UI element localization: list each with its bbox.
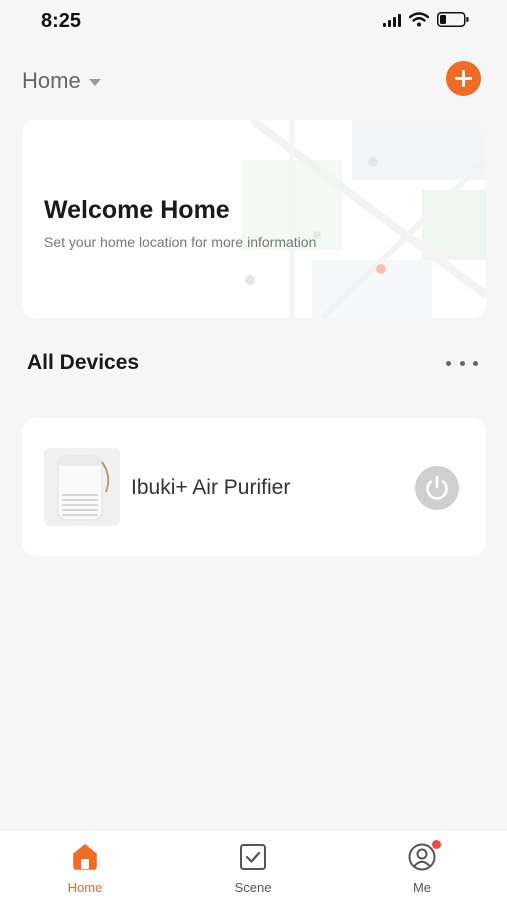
device-name: Ibuki+ Air Purifier: [131, 476, 291, 499]
tab-label: Home: [67, 880, 103, 895]
power-icon: [426, 475, 448, 500]
notification-badge: [432, 840, 441, 849]
checkbox-icon: [240, 844, 266, 870]
header: Home: [0, 58, 507, 102]
status-bar: 8:25: [0, 0, 507, 44]
add-button[interactable]: [446, 61, 481, 96]
tab-label: Scene: [234, 880, 272, 895]
welcome-subtitle: Set your home location for more informat…: [44, 234, 317, 250]
section-title: All Devices: [27, 351, 140, 374]
more-horizontal-icon: [446, 360, 451, 366]
tab-home[interactable]: Home: [25, 830, 145, 901]
tab-scene[interactable]: Scene: [193, 830, 313, 901]
welcome-title: Welcome Home: [44, 196, 230, 224]
chevron-down-icon: [88, 79, 101, 86]
home-icon: [73, 844, 97, 870]
air-purifier-image: [44, 448, 120, 526]
tab-me[interactable]: Me: [362, 830, 482, 901]
power-button[interactable]: [415, 466, 459, 510]
status-time: 8:25: [41, 10, 82, 32]
status-icons: [383, 12, 469, 27]
device-card[interactable]: Ibuki+ Air Purifier: [22, 418, 486, 556]
tab-bar: Home Scene Me: [0, 829, 507, 901]
more-options-button[interactable]: [446, 351, 478, 375]
home-switcher[interactable]: Home: [22, 68, 101, 94]
welcome-card[interactable]: Welcome Home Set your home location for …: [22, 120, 486, 318]
battery-icon: [437, 12, 469, 27]
wifi-icon: [409, 12, 429, 27]
tab-label: Me: [412, 880, 432, 895]
home-title: Home: [22, 68, 81, 93]
devices-section-header: All Devices: [0, 345, 507, 385]
signal-icon: [383, 13, 401, 27]
